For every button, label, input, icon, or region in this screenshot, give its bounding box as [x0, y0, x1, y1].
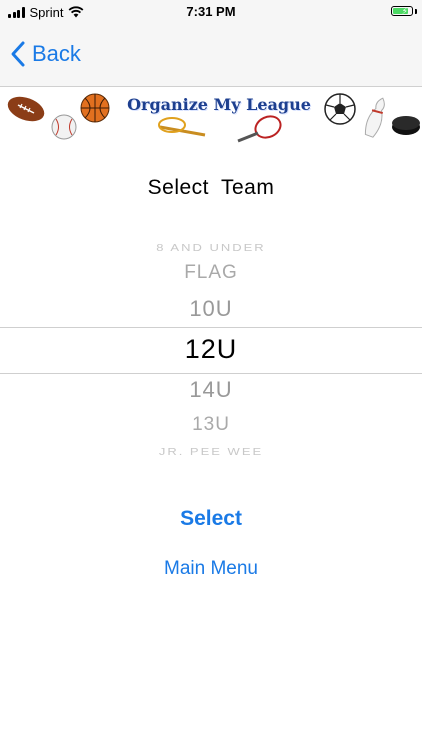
soccer-ball-icon	[324, 93, 356, 125]
status-time: 7:31 PM	[186, 4, 236, 19]
chevron-left-icon	[11, 41, 25, 67]
page-title: Select Team	[147, 176, 275, 199]
picker-selection-top-line	[0, 327, 422, 328]
picker-item-13u[interactable]: 13U	[0, 414, 422, 436]
charging-bolt-icon: ⚡	[401, 6, 408, 16]
banner-title: Organize My League	[127, 95, 311, 114]
sports-banner: Organize My League	[0, 87, 422, 143]
picker-item-14u[interactable]: 14U	[0, 377, 422, 403]
hockey-puck-icon	[392, 116, 420, 135]
select-button[interactable]: Select	[0, 507, 422, 531]
navigation-bar: Back	[0, 24, 422, 87]
picker-item-flag[interactable]: FLAG	[0, 262, 422, 284]
tennis-racket-icon	[237, 115, 282, 143]
picker-item-selected[interactable]: 12U	[0, 334, 422, 365]
baseball-icon	[51, 114, 77, 140]
main-menu-button[interactable]: Main Menu	[0, 558, 422, 580]
back-button[interactable]: Back	[10, 40, 81, 68]
picker-selection-bottom-line	[0, 373, 422, 374]
status-bar: Sprint 7:31 PM ⚡	[0, 0, 422, 24]
lacrosse-stick-icon	[158, 117, 206, 137]
football-icon	[7, 96, 45, 122]
picker-item-8-and-under[interactable]: 8 AND UNDER	[0, 242, 422, 254]
basketball-icon	[80, 93, 110, 123]
battery-cap	[415, 9, 417, 14]
bowling-pin-icon	[364, 97, 385, 138]
team-picker[interactable]: 8 AND UNDER FLAG 10U 12U 14U 13U JR. PEE…	[0, 232, 422, 462]
picker-item-10u[interactable]: 10U	[0, 296, 422, 322]
back-label: Back	[32, 41, 81, 66]
picker-item-jr-pee-wee[interactable]: JR. PEE WEE	[0, 446, 422, 458]
